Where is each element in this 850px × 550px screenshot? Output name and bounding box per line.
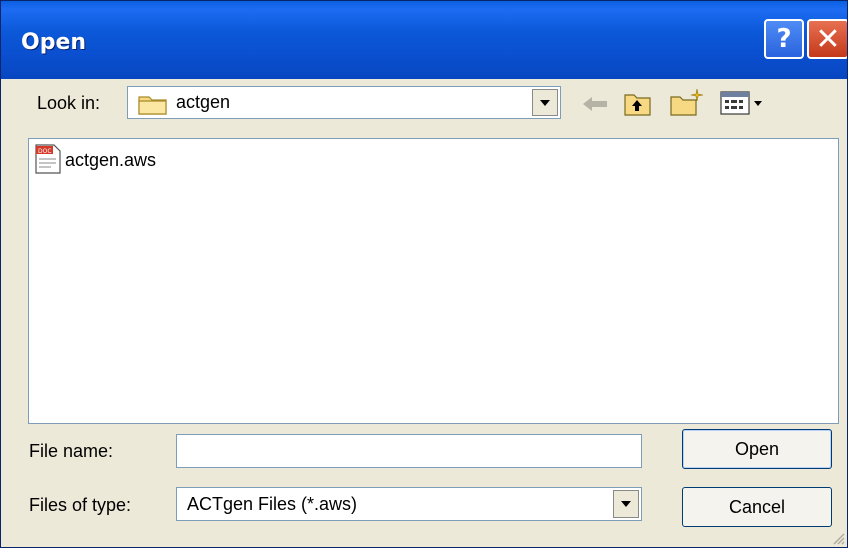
chevron-down-icon xyxy=(540,99,550,106)
help-button[interactable]: ? xyxy=(764,19,804,59)
close-button[interactable]: ✕ xyxy=(807,19,847,59)
filetype-value: ACTgen Files (*.aws) xyxy=(187,494,358,514)
open-dialog: Open ? ✕ Look in: actgen DOC actgen.aws … xyxy=(0,0,848,548)
file-list[interactable]: DOC actgen.aws xyxy=(28,138,839,424)
filetype-label: Files of type: xyxy=(29,495,132,515)
title-bar[interactable]: Open ? ✕ xyxy=(1,1,847,79)
close-icon: ✕ xyxy=(815,21,841,57)
file-name-label: actgen.aws xyxy=(65,150,157,170)
cancel-button[interactable]: Cancel xyxy=(682,487,832,527)
resize-grip-icon[interactable] xyxy=(831,531,845,545)
new-folder-icon[interactable] xyxy=(669,87,705,117)
view-menu-icon[interactable] xyxy=(719,89,765,117)
svg-text:DOC: DOC xyxy=(38,148,52,155)
lookin-dropdown-arrow[interactable] xyxy=(532,89,558,116)
lookin-value: actgen xyxy=(176,92,231,112)
folder-icon xyxy=(138,96,167,115)
lookin-dropdown[interactable]: actgen xyxy=(127,86,561,119)
lookin-label: Look in: xyxy=(37,93,101,113)
doc-file-icon: DOC xyxy=(35,144,61,174)
open-button[interactable]: Open xyxy=(682,429,832,469)
filename-input[interactable] xyxy=(176,434,642,468)
filename-label: File name: xyxy=(29,441,114,461)
filetype-dropdown[interactable]: ACTgen Files (*.aws) xyxy=(176,487,642,521)
filetype-dropdown-arrow[interactable] xyxy=(613,490,639,518)
chevron-down-icon xyxy=(621,501,631,507)
help-icon: ? xyxy=(776,24,792,54)
back-arrow-icon[interactable] xyxy=(581,95,609,113)
up-folder-icon[interactable] xyxy=(623,89,653,117)
dialog-title: Open xyxy=(21,30,87,55)
